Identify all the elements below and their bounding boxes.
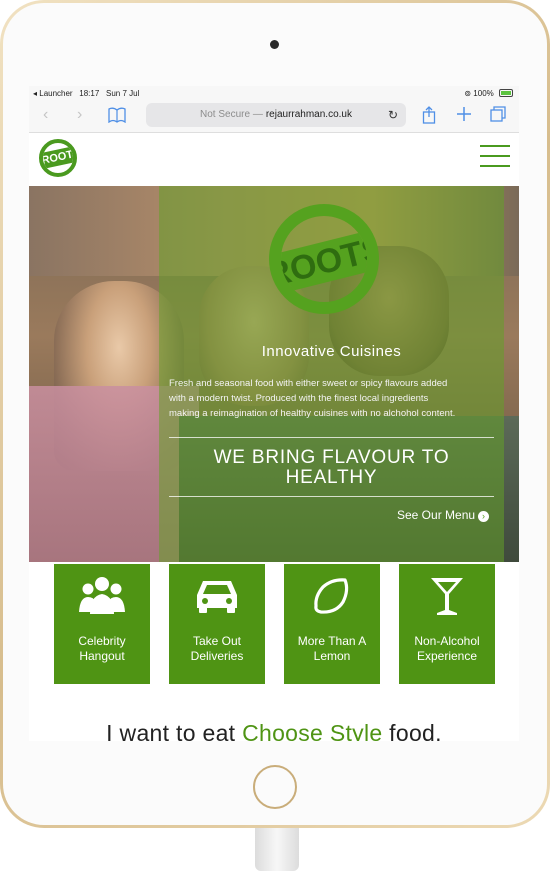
back-icon[interactable]: ‹ <box>43 106 48 124</box>
screen: ◂ Launcher 18:17 Sun 7 Jul ⊚ 100% ‹ › No… <box>29 86 519 741</box>
feature-label: Celebrity Hangout <box>78 634 126 663</box>
home-button[interactable] <box>253 765 297 809</box>
hero-divider-bottom <box>169 496 494 497</box>
car-icon <box>169 574 265 618</box>
battery-icon <box>499 89 513 97</box>
url-domain: rejaurrahman.co.uk <box>265 109 352 120</box>
site-header: ROOTS <box>29 133 519 186</box>
feature-lemon[interactable]: More Than A Lemon <box>284 564 380 684</box>
charging-cable <box>255 828 299 871</box>
status-time: 18:17 <box>79 89 100 98</box>
hero-divider-top <box>169 437 494 438</box>
tagline-prefix: I want to eat <box>106 720 236 741</box>
feature-label: Take Out Deliveries <box>190 634 244 663</box>
cocktail-icon <box>399 574 495 618</box>
bookmarks-icon[interactable] <box>108 107 126 128</box>
lemon-icon <box>284 574 380 618</box>
status-bar: ◂ Launcher 18:17 Sun 7 Jul ⊚ 100% <box>29 86 519 100</box>
see-menu-link[interactable]: See Our Menu › <box>397 508 490 522</box>
feature-label: More Than A Lemon <box>297 634 367 663</box>
tagline-style-selector[interactable]: Choose Style <box>242 720 382 741</box>
battery-percent: 100% <box>473 89 494 98</box>
hero-headline: WE BRING FLAVOUR TO HEALTHY <box>213 447 450 488</box>
hero-description: Fresh and seasonal food with either swee… <box>169 378 456 419</box>
tabs-icon[interactable] <box>490 106 506 127</box>
feature-celebrity[interactable]: Celebrity Hangout <box>54 564 150 684</box>
camera-icon <box>270 40 279 49</box>
tagline-section: I want to eat Choose Style food. <box>29 687 519 741</box>
browser-toolbar: ‹ › Not Secure — rejaurrahman.co.uk ↻ <box>29 100 519 133</box>
feature-non-alcohol[interactable]: Non-Alcohol Experience <box>399 564 495 684</box>
hero-logo: ROOTS <box>269 204 379 314</box>
address-bar[interactable]: Not Secure — rejaurrahman.co.uk ↻ <box>146 103 406 127</box>
see-menu-label: See Our Menu <box>397 508 476 522</box>
tagline-suffix: food. <box>389 720 442 741</box>
feature-takeout[interactable]: Take Out Deliveries <box>169 564 265 684</box>
forward-icon[interactable]: › <box>77 106 82 124</box>
people-icon <box>54 574 150 618</box>
features-row: Celebrity Hangout Take Out Deliveries Mo… <box>29 562 519 687</box>
roots-logo[interactable]: ROOTS <box>39 139 77 177</box>
hero-logo-text: ROOTS <box>281 228 367 296</box>
back-to-app[interactable]: ◂ Launcher <box>33 89 73 98</box>
arrow-right-icon: › <box>478 511 490 522</box>
url-security: Not Secure — <box>200 109 263 120</box>
location-icon: ⊚ <box>464 89 472 98</box>
logo-text: ROOTS <box>43 144 73 170</box>
menu-icon[interactable] <box>480 145 510 169</box>
new-tab-icon[interactable] <box>456 106 472 127</box>
share-icon[interactable] <box>422 106 436 129</box>
status-date: Sun 7 Jul <box>105 89 140 98</box>
feature-label: Non-Alcohol Experience <box>414 634 480 663</box>
tagline: I want to eat Choose Style food. <box>29 720 519 741</box>
hero-subtitle: Innovative Cuisines <box>261 343 402 360</box>
hero-banner: ROOTS Innovative Cuisines Fresh and seas… <box>29 186 519 562</box>
reload-icon[interactable]: ↻ <box>388 103 398 127</box>
